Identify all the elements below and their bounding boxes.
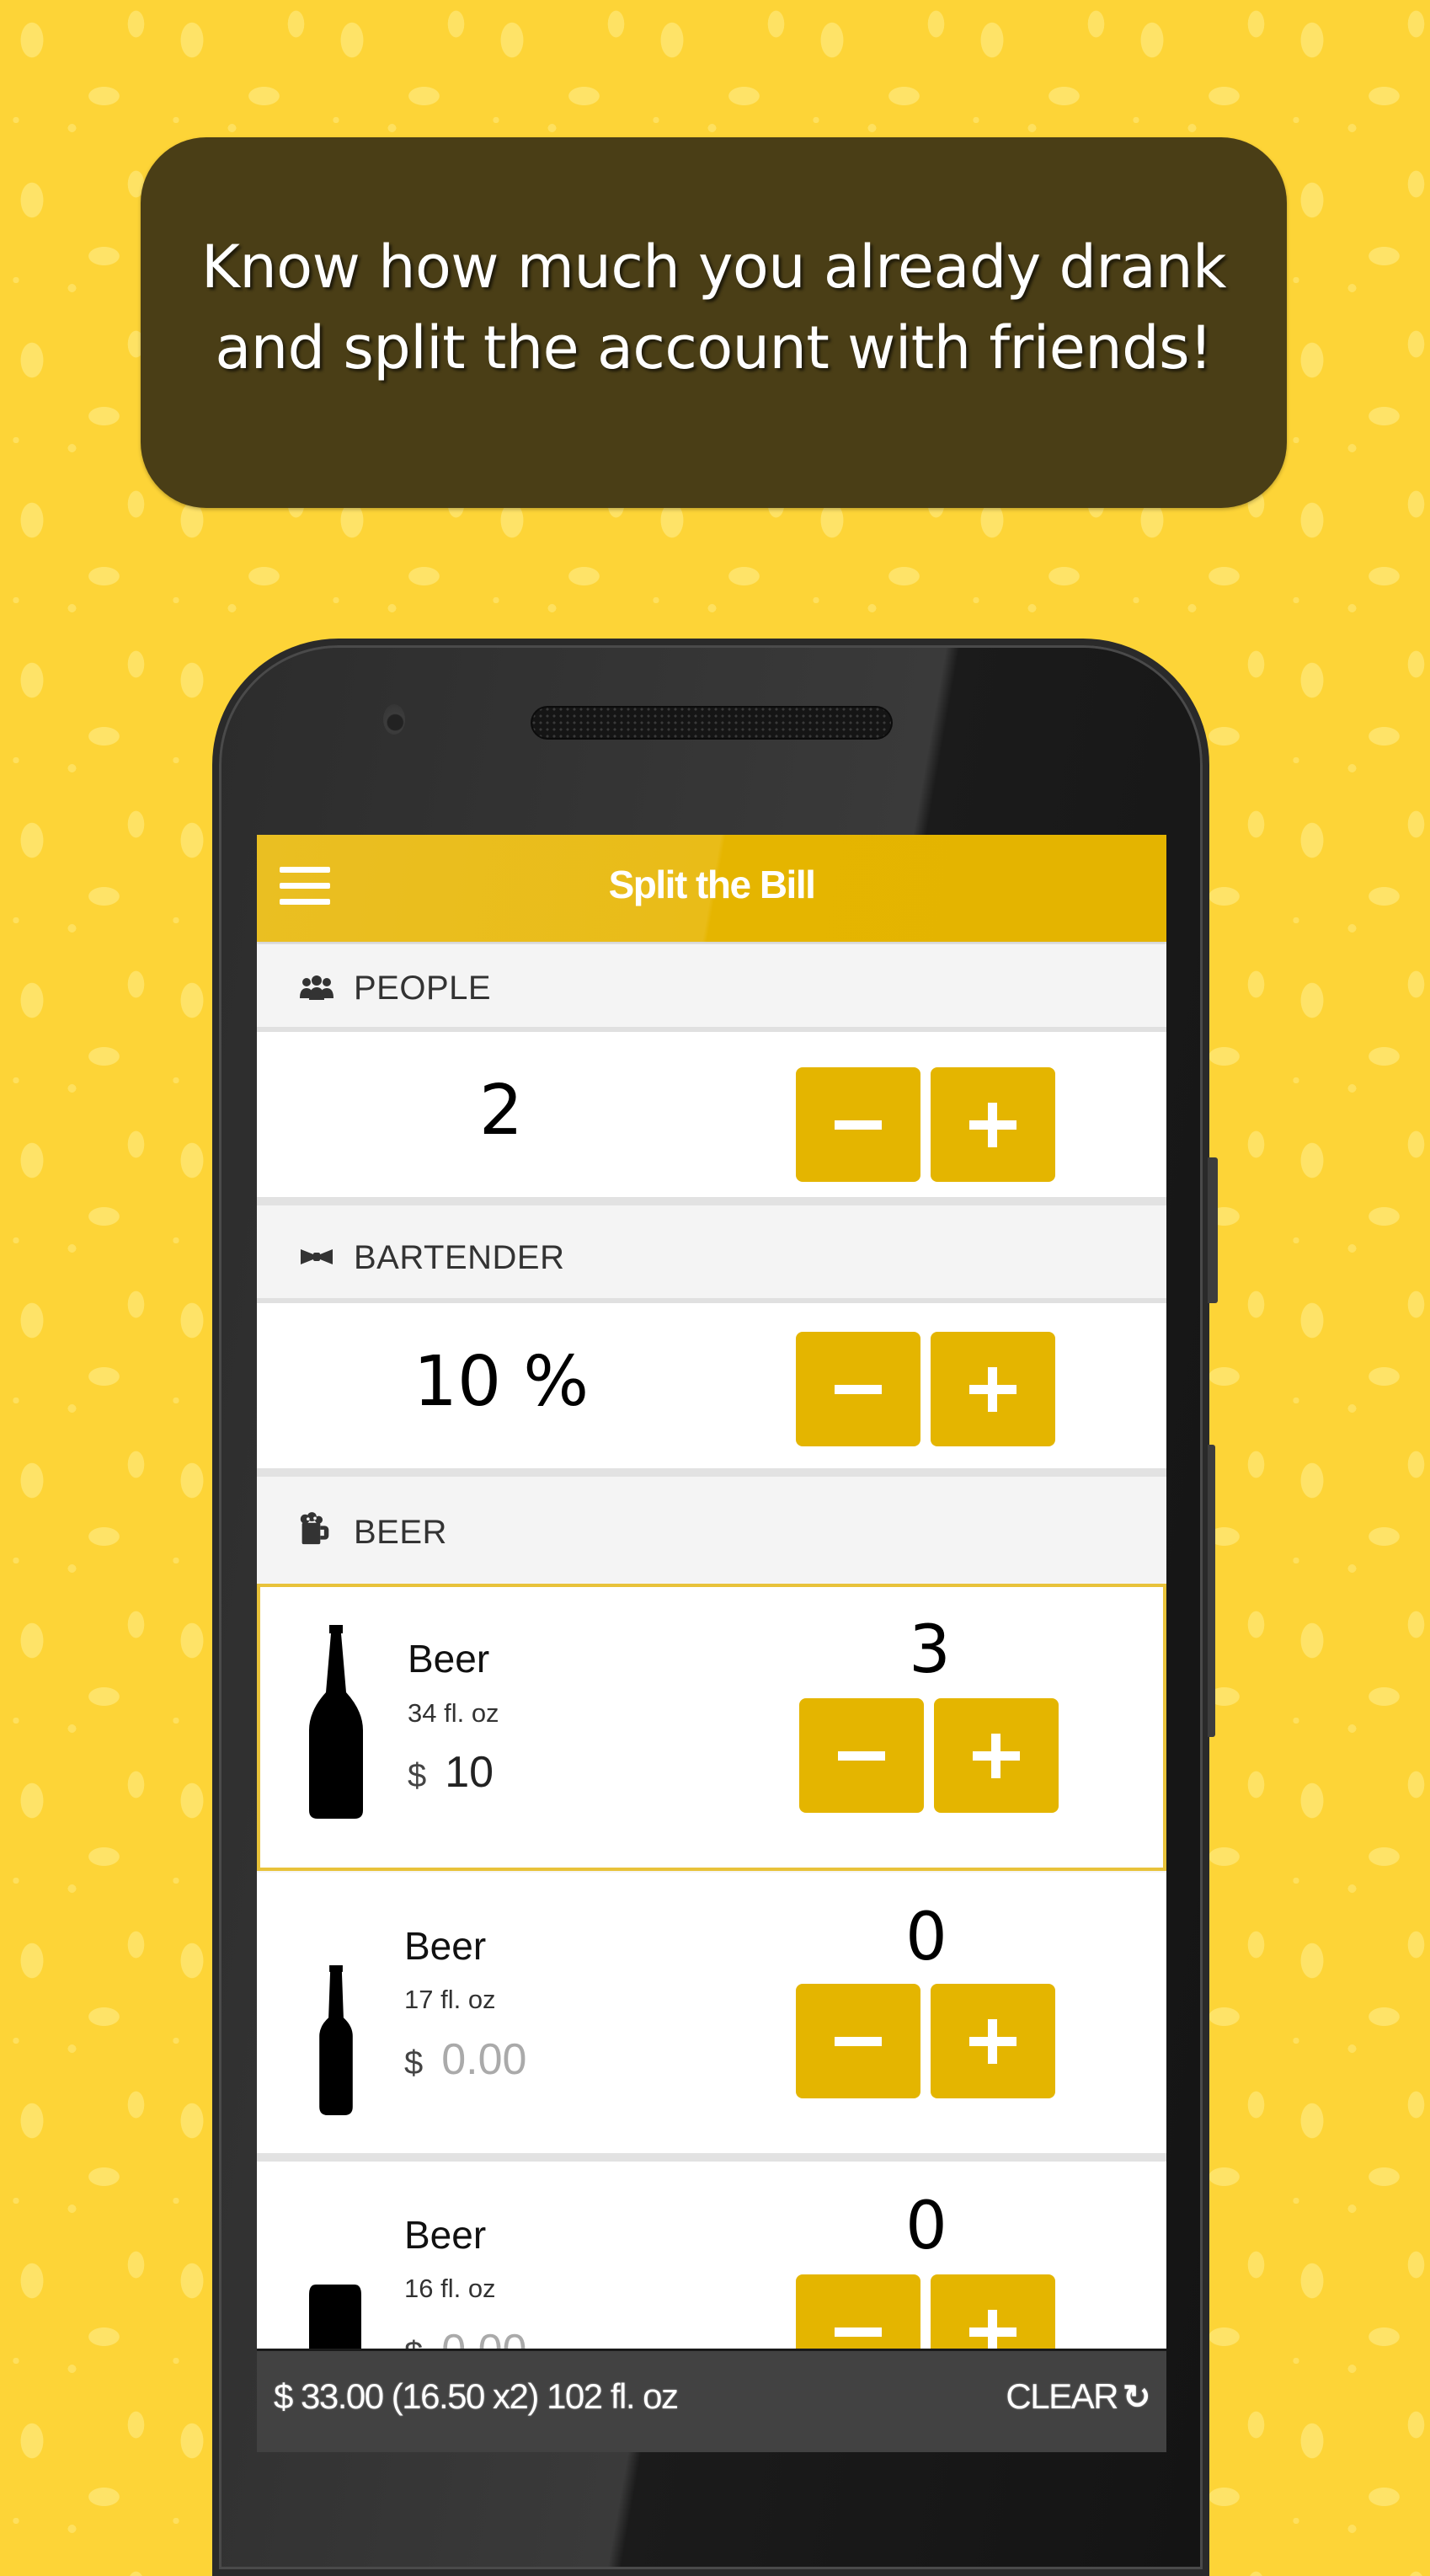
refresh-icon: ↻ <box>1122 2379 1151 2416</box>
people-icon <box>300 975 333 1000</box>
people-increment-button[interactable] <box>931 1067 1055 1182</box>
earpiece-speaker <box>531 706 893 740</box>
item-name: Beer <box>404 2213 487 2257</box>
phone-volume-button <box>1208 1445 1215 1737</box>
summary-bar: $ 33.00 (16.50 x2) 102 fl. oz CLEAR ↻ <box>257 2349 1166 2452</box>
app-title: Split the Bill <box>608 863 816 906</box>
people-decrement-button[interactable] <box>796 1067 920 1182</box>
item-price[interactable]: $10 <box>408 1747 494 1798</box>
section-header-beer: BEER <box>257 1477 1166 1582</box>
headline-line-2: and split the account with friends! <box>215 313 1213 382</box>
item-name: Beer <box>408 1637 490 1681</box>
item-increment-button[interactable] <box>934 1698 1059 1813</box>
section-label: PEOPLE <box>354 970 492 1007</box>
item-volume: 16 fl. oz <box>404 2274 496 2303</box>
currency-symbol: $ <box>404 2044 424 2082</box>
item-price[interactable]: $0.00 <box>404 2034 526 2085</box>
tip-percentage: 10 % <box>413 1342 590 1422</box>
item-decrement-button[interactable] <box>799 1698 924 1813</box>
item-stepper <box>796 1984 1057 2098</box>
currency-symbol: $ <box>408 1757 427 1794</box>
beer-mug-icon <box>300 1512 329 1545</box>
tip-decrement-button[interactable] <box>796 1332 920 1446</box>
item-volume: 34 fl. oz <box>408 1698 499 1728</box>
phone-power-button <box>1208 1157 1218 1303</box>
item-count: 0 <box>905 2189 947 2264</box>
item-price-input[interactable]: 0.00 <box>441 2035 526 2084</box>
item-volume: 17 fl. oz <box>404 1985 496 2014</box>
app-bar: Split the Bill <box>257 835 1166 942</box>
item-stepper <box>799 1698 1060 1813</box>
section-label: BEER <box>354 1514 447 1551</box>
beer-item[interactable]: Beer 34 fl. oz $10 3 <box>257 1584 1166 1871</box>
front-camera-icon <box>383 704 405 735</box>
people-row: 2 <box>257 1032 1166 1205</box>
tip-stepper <box>796 1332 1057 1446</box>
headline-line-1: Know how much you already drank <box>201 232 1227 302</box>
item-price-value[interactable]: 10 <box>445 1748 494 1797</box>
item-increment-button[interactable] <box>931 1984 1055 2098</box>
section-label: BARTENDER <box>354 1239 565 1276</box>
item-count: 3 <box>909 1612 951 1688</box>
item-name: Beer <box>404 1924 487 1968</box>
people-count: 2 <box>478 1071 524 1151</box>
section-header-people: PEOPLE <box>257 944 1166 1032</box>
bow-tie-icon <box>301 1249 333 1264</box>
item-decrement-button[interactable] <box>796 1984 920 2098</box>
people-stepper <box>796 1067 1057 1182</box>
clear-label: CLEAR <box>1006 2376 1118 2416</box>
headline-banner: Know how much you already drank and spli… <box>141 137 1287 508</box>
bartender-row: 10 % <box>257 1303 1166 1477</box>
clear-button[interactable]: CLEAR ↻ <box>1006 2376 1150 2417</box>
tip-increment-button[interactable] <box>931 1332 1055 1446</box>
app-screen: Split the Bill PEOPLE 2 BARTENDER 10 % B… <box>257 835 1166 2452</box>
section-header-bartender: BARTENDER <box>257 1205 1166 1303</box>
small-bottle-icon <box>319 1965 353 2115</box>
bill-summary: $ 33.00 (16.50 x2) 102 fl. oz <box>274 2376 679 2416</box>
large-bottle-icon <box>309 1625 363 1819</box>
item-count: 0 <box>905 1900 947 1975</box>
beer-item[interactable]: Beer 17 fl. oz $0.00 0 <box>257 1873 1166 2162</box>
